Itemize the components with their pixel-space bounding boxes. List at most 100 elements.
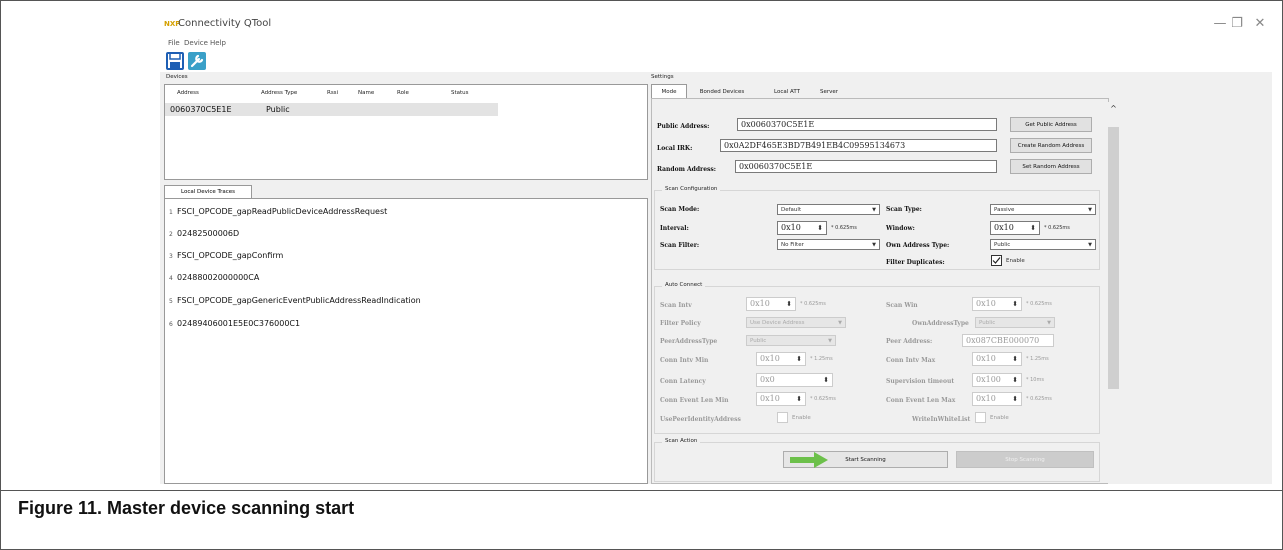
interval-unit: * 0.625ms bbox=[831, 225, 857, 231]
peer-address-type-value: Public bbox=[750, 338, 767, 344]
tab-bonded-devices[interactable]: Bonded Devices bbox=[694, 85, 750, 99]
scan-type-select[interactable]: Passive ▼ bbox=[990, 204, 1096, 215]
device-address-type: Public bbox=[266, 105, 290, 114]
own-address-type-ac-select[interactable]: Public ▼ bbox=[975, 317, 1055, 328]
scan-win-value: 0x10 bbox=[976, 299, 996, 308]
trace-line: FSCI_OPCODE_gapGenericEventPublicAddress… bbox=[177, 296, 421, 305]
window-label: Window: bbox=[886, 225, 915, 232]
conn-intv-max-value: 0x10 bbox=[976, 354, 996, 363]
scan-intv-stepper[interactable]: 0x10 ⬍ bbox=[746, 297, 796, 311]
tab-local-att[interactable]: Local ATT bbox=[766, 85, 808, 99]
window-stepper[interactable]: 0x10 ⬍ bbox=[990, 221, 1040, 235]
col-role[interactable]: Role bbox=[397, 90, 409, 96]
chevron-down-icon: ▼ bbox=[1088, 207, 1092, 213]
scan-type-value: Passive bbox=[994, 207, 1015, 213]
scan-win-label: Scan Win bbox=[886, 302, 918, 309]
trace-line-number: 2 bbox=[169, 231, 173, 238]
own-address-type-select[interactable]: Public ▼ bbox=[990, 239, 1096, 250]
write-in-whitelist-checkbox[interactable] bbox=[975, 412, 986, 423]
conn-latency-stepper[interactable]: 0x0 ⬍ bbox=[756, 373, 833, 387]
trace-line-number: 6 bbox=[169, 321, 173, 328]
conn-intv-max-label: Conn Intv Max bbox=[886, 357, 936, 364]
scan-intv-value: 0x10 bbox=[750, 299, 770, 308]
trace-line: 02489406001E5E0C376000C1 bbox=[177, 319, 301, 328]
local-irk-field[interactable]: 0x0A2DF465E3BD7B491EB4C09595134673 bbox=[720, 139, 997, 152]
use-peer-identity-checkbox[interactable] bbox=[777, 412, 788, 423]
peer-address-label: Peer Address: bbox=[886, 338, 933, 345]
conn-event-len-min-stepper[interactable]: 0x10 ⬍ bbox=[756, 392, 806, 406]
menu-device[interactable]: Device bbox=[184, 39, 208, 47]
col-address-type[interactable]: Address Type bbox=[261, 90, 297, 96]
own-address-type-label: Own Address Type: bbox=[886, 242, 950, 249]
caption-divider bbox=[0, 490, 1283, 491]
spin-arrows-icon[interactable]: ⬍ bbox=[817, 222, 823, 234]
close-button[interactable]: ✕ bbox=[1250, 16, 1270, 31]
conn-intv-min-stepper[interactable]: 0x10 ⬍ bbox=[756, 352, 806, 366]
get-public-address-button[interactable]: Get Public Address bbox=[1010, 117, 1092, 132]
trace-line-number: 5 bbox=[169, 298, 173, 305]
trace-line-number: 4 bbox=[169, 275, 173, 282]
spin-arrows-icon[interactable]: ⬍ bbox=[823, 374, 829, 386]
scan-filter-select[interactable]: No Filter ▼ bbox=[777, 239, 880, 250]
window-title: Connectivity QTool bbox=[178, 18, 272, 29]
conn-intv-max-stepper[interactable]: 0x10 ⬍ bbox=[972, 352, 1022, 366]
trace-line: 02488002000000CA bbox=[177, 273, 260, 282]
chevron-down-icon: ▼ bbox=[828, 338, 832, 344]
spin-arrows-icon[interactable]: ⬍ bbox=[796, 353, 802, 365]
peer-address-type-label: PeerAddressType bbox=[660, 338, 718, 345]
filter-policy-label: Filter Policy bbox=[660, 320, 701, 327]
use-peer-identity-enable-label: Enable bbox=[792, 415, 811, 421]
figure-caption: Figure 11. Master device scanning start bbox=[18, 498, 355, 518]
write-in-whitelist-enable-label: Enable bbox=[990, 415, 1009, 421]
conn-event-len-max-stepper[interactable]: 0x10 ⬍ bbox=[972, 392, 1022, 406]
col-address[interactable]: Address bbox=[177, 90, 199, 96]
filter-duplicates-checkbox[interactable] bbox=[991, 255, 1002, 266]
trace-line: 02482500006D bbox=[177, 229, 240, 238]
spin-arrows-icon[interactable]: ⬍ bbox=[796, 393, 802, 405]
menu-help[interactable]: Help bbox=[210, 39, 226, 47]
tab-server[interactable]: Server bbox=[812, 85, 846, 99]
supervision-timeout-stepper[interactable]: 0x100 ⬍ bbox=[972, 373, 1022, 387]
conn-event-len-min-label: Conn Event Len Min bbox=[660, 397, 729, 404]
col-name[interactable]: Name bbox=[358, 90, 374, 96]
own-address-type-value: Public bbox=[994, 242, 1011, 248]
col-status[interactable]: Status bbox=[451, 90, 469, 96]
set-random-address-button[interactable]: Set Random Address bbox=[1010, 159, 1092, 174]
stop-scanning-button[interactable]: Stop Scanning bbox=[956, 451, 1094, 468]
scrollbar-thumb[interactable] bbox=[1108, 127, 1119, 389]
save-icon[interactable] bbox=[166, 52, 184, 70]
menu-file[interactable]: File bbox=[168, 39, 180, 47]
random-address-field[interactable]: 0x0060370C5E1E bbox=[735, 160, 997, 173]
tab-mode-label[interactable]: Mode bbox=[651, 85, 687, 99]
chevron-down-icon: ▼ bbox=[1088, 242, 1092, 248]
spin-arrows-icon[interactable]: ⬍ bbox=[1012, 298, 1018, 310]
col-rssi[interactable]: Rssi bbox=[327, 90, 338, 96]
conn-intv-min-value: 0x10 bbox=[760, 354, 780, 363]
trace-line-number: 3 bbox=[169, 253, 173, 260]
scan-mode-select[interactable]: Default ▼ bbox=[777, 204, 880, 215]
scan-action-title: Scan Action bbox=[662, 438, 701, 444]
public-address-field[interactable]: 0x0060370C5E1E bbox=[737, 118, 997, 131]
spin-arrows-icon[interactable]: ⬍ bbox=[1030, 222, 1036, 234]
scroll-up-icon[interactable]: ^ bbox=[1108, 104, 1119, 113]
spin-arrows-icon[interactable]: ⬍ bbox=[1012, 393, 1018, 405]
scan-intv-unit: * 0.625ms bbox=[800, 301, 826, 307]
filter-policy-value: Use Device Address bbox=[750, 320, 805, 326]
spin-arrows-icon[interactable]: ⬍ bbox=[1012, 374, 1018, 386]
peer-address-field[interactable]: 0x087CBE000070 bbox=[962, 334, 1054, 347]
spin-arrows-icon[interactable]: ⬍ bbox=[786, 298, 792, 310]
interval-stepper[interactable]: 0x10 ⬍ bbox=[777, 221, 827, 235]
devices-table: Address Address Type Rssi Name Role Stat… bbox=[164, 84, 648, 180]
maximize-button[interactable]: ❐ bbox=[1227, 16, 1247, 31]
trace-line-number: 1 bbox=[169, 209, 173, 216]
wrench-icon[interactable] bbox=[188, 52, 206, 70]
peer-address-type-select[interactable]: Public ▼ bbox=[746, 335, 836, 346]
create-random-address-button[interactable]: Create Random Address bbox=[1010, 138, 1092, 153]
scan-win-stepper[interactable]: 0x10 ⬍ bbox=[972, 297, 1022, 311]
supervision-timeout-value: 0x100 bbox=[976, 375, 1001, 384]
conn-latency-label: Conn Latency bbox=[660, 378, 706, 385]
tab-local-device-traces[interactable]: Local Device Traces bbox=[164, 185, 252, 199]
filter-policy-select[interactable]: Use Device Address ▼ bbox=[746, 317, 846, 328]
own-address-type-ac-value: Public bbox=[979, 320, 996, 326]
spin-arrows-icon[interactable]: ⬍ bbox=[1012, 353, 1018, 365]
